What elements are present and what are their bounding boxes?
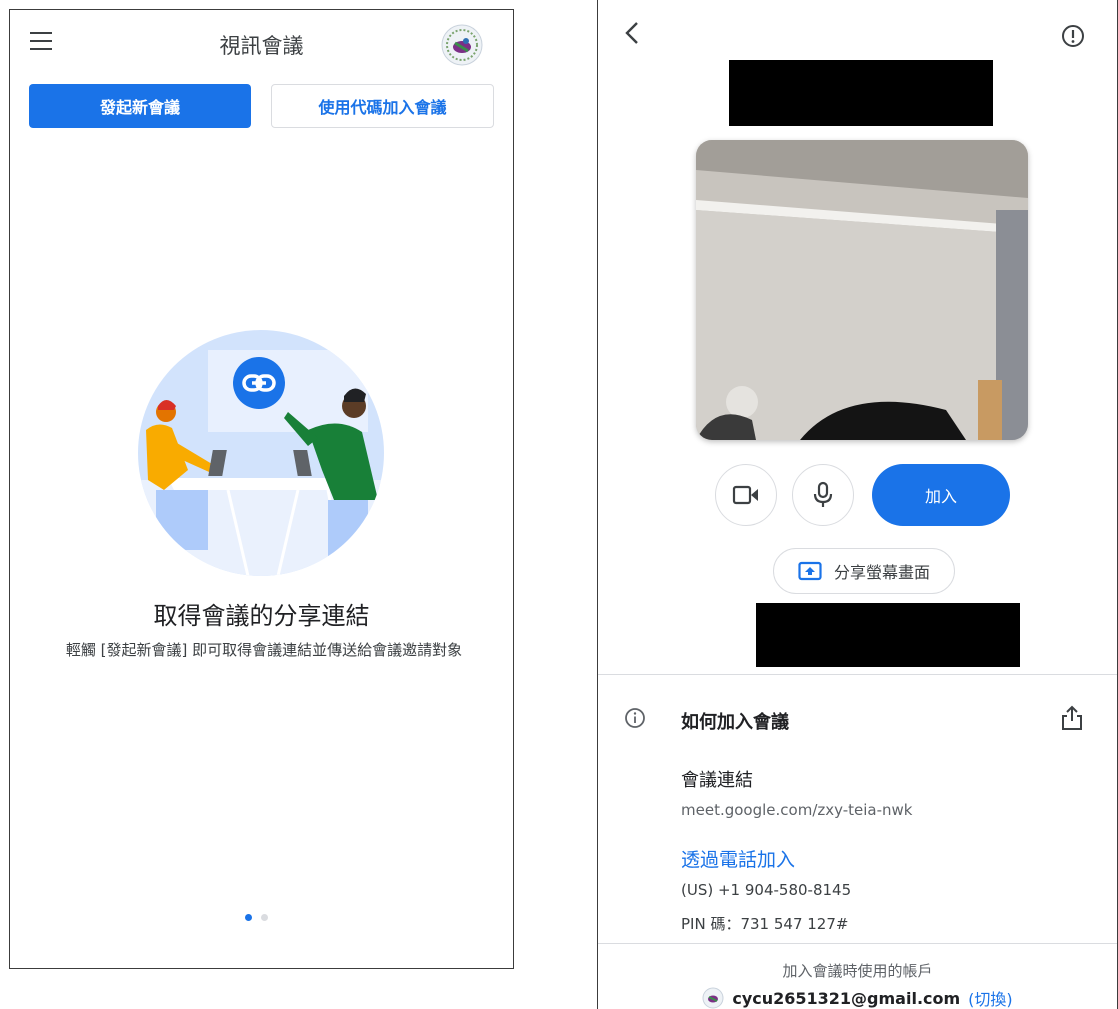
share-screen-label: 分享螢幕畫面 (833, 563, 930, 582)
redacted-participant-info (756, 603, 1020, 667)
account-note: 加入會議時使用的帳戶 (782, 962, 933, 980)
page-description: 輕觸 [發起新會議] 即可取得會議連結並傳送給會議邀請對象 (65, 641, 463, 659)
new-meeting-button[interactable]: 發起新會議 (29, 84, 251, 128)
join-button[interactable]: 加入 (872, 464, 1010, 526)
page-indicator (245, 914, 268, 921)
account-avatar-icon (702, 987, 724, 1009)
footer-divider (598, 943, 1117, 944)
join-by-phone-link[interactable]: 透過電話加入 (681, 845, 795, 872)
redacted-meeting-name (729, 60, 993, 126)
camera-preview-image (696, 140, 1028, 440)
phone-number[interactable]: (US) +1 904-580-8145 (681, 881, 851, 899)
pin-code: PIN 碼：731 547 127# (681, 915, 849, 933)
link-icon (233, 357, 285, 409)
meet-join-screen: 加入 分享螢幕畫面 如何加入會議 會議連結 meet.google.com/zx… (597, 0, 1118, 1009)
page-headline: 取得會議的分享連結 (153, 602, 370, 630)
present-screen-icon (798, 561, 822, 581)
camera-toggle-button[interactable] (715, 464, 777, 526)
avatar-logo-icon[interactable] (441, 24, 483, 66)
microphone-icon (813, 481, 833, 507)
share-screen-button[interactable]: 分享螢幕畫面 (773, 548, 955, 594)
page-dot-inactive (261, 914, 268, 921)
app-bar: 視訊會議 (10, 10, 513, 76)
how-to-join-heading: 如何加入會議 (681, 712, 789, 733)
camera-preview (696, 140, 1028, 440)
report-issue-icon[interactable] (1061, 24, 1085, 48)
microphone-toggle-button[interactable] (792, 464, 854, 526)
page-dot-active (245, 914, 252, 921)
app-title: 視訊會議 (219, 34, 304, 58)
share-icon[interactable] (1059, 704, 1085, 732)
account-row: cycu2651321@gmail.com (切換) (598, 986, 1117, 1009)
meeting-link-label: 會議連結 (681, 770, 753, 791)
back-icon[interactable] (620, 20, 646, 46)
account-email: cycu2651321@gmail.com (732, 988, 961, 1008)
meeting-link-value[interactable]: meet.google.com/zxy-teia-nwk (681, 801, 913, 819)
join-with-code-button[interactable]: 使用代碼加入會議 (271, 84, 494, 128)
meet-home-screen: 視訊會議 發起新會議 使用代碼加入會議 取得會議的分享連結 輕觸 [發起新會議]… (9, 9, 514, 969)
section-divider (598, 674, 1117, 675)
switch-account-link[interactable]: (切換) (968, 986, 1013, 1009)
info-icon (625, 708, 645, 728)
camera-icon (732, 485, 758, 505)
